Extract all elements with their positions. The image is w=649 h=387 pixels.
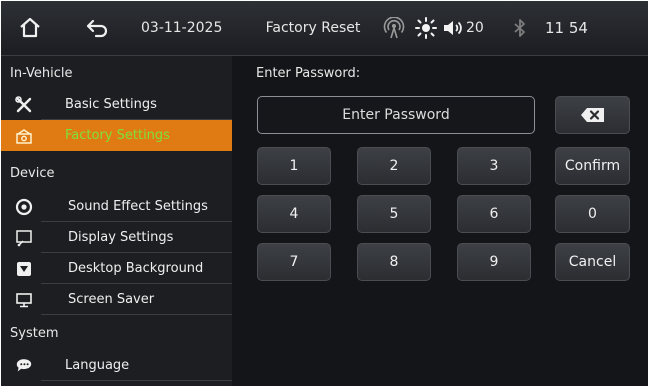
volume-level: 20 (466, 20, 484, 36)
confirm-button[interactable]: Confirm (555, 147, 630, 185)
monitor-icon (15, 291, 33, 309)
sidebar-item-display-settings[interactable]: Display Settings (1, 222, 232, 253)
sidebar-item-label: Sound Effect Settings (68, 199, 208, 214)
sidebar-item-label: Desktop Background (68, 261, 204, 276)
home-icon (20, 17, 40, 38)
status-bar: 03-11-2025 Factory Reset 20 11 54 (1, 1, 648, 56)
date-display: 03-11-2025 (141, 20, 223, 36)
sidebar-item-factory-settings[interactable]: Factory Settings (1, 120, 232, 151)
chat-bubble-icon (15, 357, 33, 375)
home-button[interactable] (13, 1, 47, 55)
settings-sidebar: In-Vehicle Basic Settings Factory Settin… (1, 56, 232, 386)
backspace-icon (580, 108, 604, 122)
sidebar-item-language[interactable]: Language (1, 350, 232, 381)
sidebar-item-label: Basic Settings (65, 97, 157, 112)
volume-indicator[interactable]: 20 (442, 1, 484, 55)
keypad-key-2[interactable]: 2 (357, 147, 431, 185)
password-input[interactable] (257, 96, 535, 134)
sidebar-item-desktop-background[interactable]: Desktop Background (1, 253, 232, 284)
sidebar-item-sound-effect-settings[interactable]: Sound Effect Settings (1, 191, 232, 222)
back-button[interactable] (79, 1, 115, 55)
brightness-icon (415, 17, 437, 39)
keypad-key-7[interactable]: 7 (257, 243, 331, 281)
sidebar-item-label: Screen Saver (68, 292, 155, 307)
password-panel: Enter Password: 1 2 3 Confirm 4 5 6 0 7 … (233, 56, 648, 386)
hotspot-icon (383, 17, 405, 39)
bluetooth-indicator (511, 1, 529, 55)
section-header-in-vehicle: In-Vehicle (10, 65, 73, 81)
wallpaper-icon (15, 260, 33, 278)
keypad-key-5[interactable]: 5 (357, 195, 431, 233)
sidebar-item-label: Language (65, 358, 130, 373)
keypad-key-9[interactable]: 9 (457, 243, 531, 281)
sidebar-item-basic-settings[interactable]: Basic Settings (1, 89, 232, 120)
sidebar-item-screen-saver[interactable]: Screen Saver (1, 284, 232, 315)
speaker-icon (444, 21, 462, 35)
cancel-button[interactable]: Cancel (555, 243, 630, 281)
bluetooth-icon (514, 19, 525, 37)
factory-reset-screen: 03-11-2025 Factory Reset 20 11 54 In-Veh… (1, 1, 648, 386)
keypad-key-8[interactable]: 8 (357, 243, 431, 281)
factory-icon (15, 127, 33, 145)
sound-effect-icon (15, 198, 33, 216)
hotspot-indicator (382, 1, 406, 55)
keypad-key-1[interactable]: 1 (257, 147, 331, 185)
section-header-device: Device (10, 165, 55, 181)
brightness-indicator (414, 1, 438, 55)
keypad-key-3[interactable]: 3 (457, 147, 531, 185)
sidebar-item-label: Display Settings (68, 230, 174, 245)
keypad-key-6[interactable]: 6 (457, 195, 531, 233)
clock: 11 54 (545, 19, 588, 37)
backspace-button[interactable] (555, 96, 630, 134)
back-arrow-icon (86, 19, 108, 38)
password-label: Enter Password: (256, 66, 361, 81)
section-header-system: System (10, 325, 59, 341)
sidebar-item-label: Factory Settings (65, 128, 170, 143)
keypad-key-0[interactable]: 0 (555, 195, 630, 233)
keypad-key-4[interactable]: 4 (257, 195, 331, 233)
display-icon (15, 229, 33, 247)
page-title: Factory Reset (265, 20, 361, 36)
tools-icon (15, 96, 33, 114)
